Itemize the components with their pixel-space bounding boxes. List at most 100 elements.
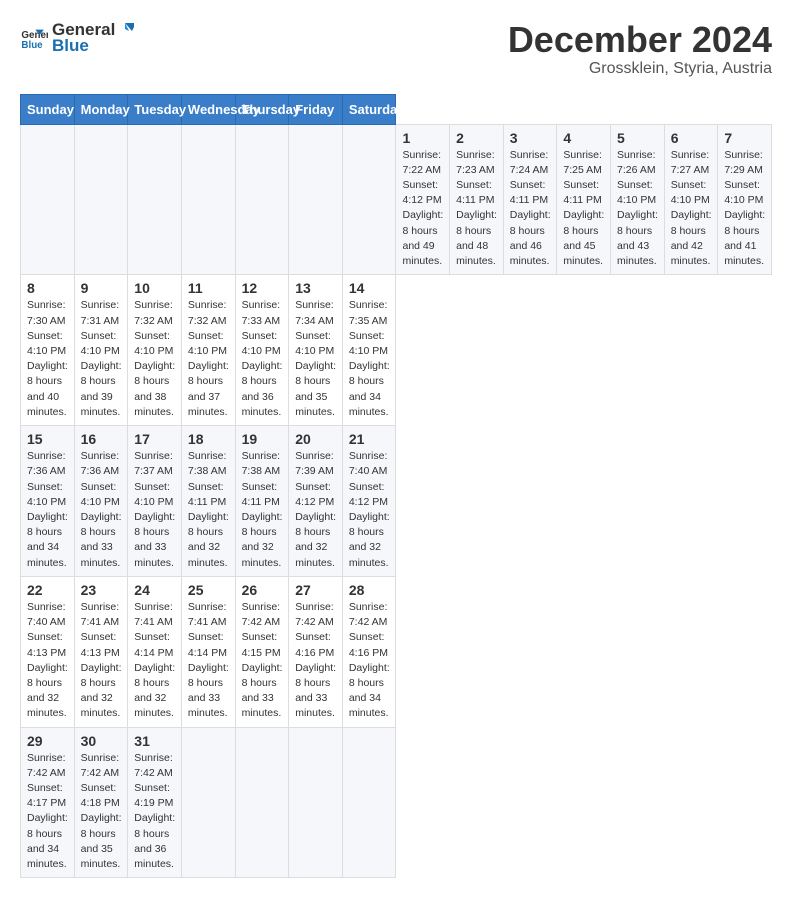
calendar-cell: 11 Sunrise: 7:32 AM Sunset: 4:10 PM Dayli… — [181, 275, 235, 426]
day-number: 28 — [349, 582, 390, 598]
calendar-cell — [21, 124, 75, 275]
calendar-cell: 1Sunrise: 7:22 AM Sunset: 4:12 PM Daylig… — [396, 124, 450, 275]
day-number: 4 — [563, 130, 604, 146]
calendar-cell: 15Sunrise: 7:36 AM Sunset: 4:10 PM Dayli… — [21, 426, 75, 577]
day-info: Sunrise: 7:36 AM Sunset: 4:10 PM Dayligh… — [27, 449, 68, 571]
calendar-cell: 10 Sunrise: 7:32 AM Sunset: 4:10 PM Dayli… — [128, 275, 182, 426]
day-header-wednesday: Wednesday — [181, 94, 235, 124]
calendar-cell: 28 Sunrise: 7:42 AM Sunset: 4:16 PM Dayli… — [342, 576, 396, 727]
calendar-cell: 12 Sunrise: 7:33 AM Sunset: 4:10 PM Dayli… — [235, 275, 289, 426]
day-info: Sunrise: 7:42 AM Sunset: 4:17 PM Dayligh… — [27, 751, 68, 873]
day-number: 8 — [27, 280, 68, 296]
logo-bird-icon — [116, 21, 134, 39]
day-info: Sunrise: 7:29 AM Sunset: 4:10 PM Dayligh… — [724, 148, 765, 270]
day-number: 7 — [724, 130, 765, 146]
day-info: Sunrise: 7:40 AM Sunset: 4:13 PM Dayligh… — [27, 600, 68, 722]
day-info: Sunrise: 7:42 AM Sunset: 4:16 PM Dayligh… — [295, 600, 336, 722]
calendar-cell: 31 Sunrise: 7:42 AM Sunset: 4:19 PM Dayli… — [128, 727, 182, 878]
calendar-cell: 29 Sunrise: 7:42 AM Sunset: 4:17 PM Dayli… — [21, 727, 75, 878]
day-number: 10 — [134, 280, 175, 296]
calendar-cell — [128, 124, 182, 275]
day-header-monday: Monday — [74, 94, 128, 124]
calendar-cell: 24Sunrise: 7:41 AM Sunset: 4:14 PM Dayli… — [128, 576, 182, 727]
day-info: Sunrise: 7:36 AM Sunset: 4:10 PM Dayligh… — [81, 449, 122, 571]
calendar-cell — [74, 124, 128, 275]
day-number: 20 — [295, 431, 336, 447]
day-info: Sunrise: 7:32 AM Sunset: 4:10 PM Dayligh… — [134, 298, 175, 420]
day-info: Sunrise: 7:30 AM Sunset: 4:10 PM Dayligh… — [27, 298, 68, 420]
calendar-week-4: 22 Sunrise: 7:40 AM Sunset: 4:13 PM Dayli… — [21, 576, 772, 727]
page-header: General Blue General Blue December 2024 … — [20, 20, 772, 78]
day-number: 31 — [134, 733, 175, 749]
day-number: 22 — [27, 582, 68, 598]
svg-text:Blue: Blue — [21, 40, 43, 51]
day-number: 3 — [510, 130, 551, 146]
day-info: Sunrise: 7:35 AM Sunset: 4:10 PM Dayligh… — [349, 298, 390, 420]
day-info: Sunrise: 7:22 AM Sunset: 4:12 PM Dayligh… — [402, 148, 443, 270]
calendar-cell: 8 Sunrise: 7:30 AM Sunset: 4:10 PM Daylig… — [21, 275, 75, 426]
day-info: Sunrise: 7:42 AM Sunset: 4:16 PM Dayligh… — [349, 600, 390, 722]
calendar-cell: 23Sunrise: 7:41 AM Sunset: 4:13 PM Dayli… — [74, 576, 128, 727]
day-number: 19 — [242, 431, 283, 447]
day-info: Sunrise: 7:31 AM Sunset: 4:10 PM Dayligh… — [81, 298, 122, 420]
title-area: December 2024 Grossklein, Styria, Austri… — [508, 20, 772, 78]
day-number: 29 — [27, 733, 68, 749]
day-number: 26 — [242, 582, 283, 598]
calendar-cell: 5Sunrise: 7:26 AM Sunset: 4:10 PM Daylig… — [611, 124, 665, 275]
day-info: Sunrise: 7:39 AM Sunset: 4:12 PM Dayligh… — [295, 449, 336, 571]
day-number: 2 — [456, 130, 497, 146]
day-number: 25 — [188, 582, 229, 598]
day-number: 11 — [188, 280, 229, 296]
calendar-cell — [289, 727, 343, 878]
day-number: 30 — [81, 733, 122, 749]
day-info: Sunrise: 7:42 AM Sunset: 4:15 PM Dayligh… — [242, 600, 283, 722]
calendar-cell — [342, 727, 396, 878]
day-info: Sunrise: 7:24 AM Sunset: 4:11 PM Dayligh… — [510, 148, 551, 270]
day-number: 18 — [188, 431, 229, 447]
day-number: 21 — [349, 431, 390, 447]
logo-icon: General Blue — [20, 24, 48, 52]
calendar-week-3: 15Sunrise: 7:36 AM Sunset: 4:10 PM Dayli… — [21, 426, 772, 577]
calendar-cell: 13Sunrise: 7:34 AM Sunset: 4:10 PM Dayli… — [289, 275, 343, 426]
calendar-cell: 17 Sunrise: 7:37 AM Sunset: 4:10 PM Dayli… — [128, 426, 182, 577]
logo: General Blue General Blue — [20, 20, 135, 56]
calendar-cell: 9 Sunrise: 7:31 AM Sunset: 4:10 PM Daylig… — [74, 275, 128, 426]
day-number: 16 — [81, 431, 122, 447]
day-number: 27 — [295, 582, 336, 598]
day-number: 13 — [295, 280, 336, 296]
day-number: 6 — [671, 130, 712, 146]
calendar-cell: 25Sunrise: 7:41 AM Sunset: 4:14 PM Dayli… — [181, 576, 235, 727]
location-subtitle: Grossklein, Styria, Austria — [508, 60, 772, 78]
day-info: Sunrise: 7:37 AM Sunset: 4:10 PM Dayligh… — [134, 449, 175, 571]
calendar-week-5: 29 Sunrise: 7:42 AM Sunset: 4:17 PM Dayli… — [21, 727, 772, 878]
calendar-header-row: SundayMondayTuesdayWednesdayThursdayFrid… — [21, 94, 772, 124]
day-number: 12 — [242, 280, 283, 296]
day-info: Sunrise: 7:23 AM Sunset: 4:11 PM Dayligh… — [456, 148, 497, 270]
calendar-cell: 4Sunrise: 7:25 AM Sunset: 4:11 PM Daylig… — [557, 124, 611, 275]
day-header-sunday: Sunday — [21, 94, 75, 124]
day-info: Sunrise: 7:42 AM Sunset: 4:19 PM Dayligh… — [134, 751, 175, 873]
calendar-cell: 18 Sunrise: 7:38 AM Sunset: 4:11 PM Dayli… — [181, 426, 235, 577]
calendar-cell: 22 Sunrise: 7:40 AM Sunset: 4:13 PM Dayli… — [21, 576, 75, 727]
day-info: Sunrise: 7:33 AM Sunset: 4:10 PM Dayligh… — [242, 298, 283, 420]
day-info: Sunrise: 7:38 AM Sunset: 4:11 PM Dayligh… — [242, 449, 283, 571]
day-info: Sunrise: 7:32 AM Sunset: 4:10 PM Dayligh… — [188, 298, 229, 420]
day-info: Sunrise: 7:41 AM Sunset: 4:13 PM Dayligh… — [81, 600, 122, 722]
day-info: Sunrise: 7:42 AM Sunset: 4:18 PM Dayligh… — [81, 751, 122, 873]
calendar-cell: 3 Sunrise: 7:24 AM Sunset: 4:11 PM Daylig… — [503, 124, 557, 275]
calendar-cell: 27 Sunrise: 7:42 AM Sunset: 4:16 PM Dayli… — [289, 576, 343, 727]
day-number: 17 — [134, 431, 175, 447]
calendar-cell: 30 Sunrise: 7:42 AM Sunset: 4:18 PM Dayli… — [74, 727, 128, 878]
calendar-cell: 6Sunrise: 7:27 AM Sunset: 4:10 PM Daylig… — [664, 124, 718, 275]
calendar-cell — [181, 124, 235, 275]
calendar-table: SundayMondayTuesdayWednesdayThursdayFrid… — [20, 94, 772, 879]
day-header-saturday: Saturday — [342, 94, 396, 124]
calendar-cell: 20 Sunrise: 7:39 AM Sunset: 4:12 PM Dayli… — [289, 426, 343, 577]
day-info: Sunrise: 7:40 AM Sunset: 4:12 PM Dayligh… — [349, 449, 390, 571]
day-number: 24 — [134, 582, 175, 598]
day-number: 14 — [349, 280, 390, 296]
calendar-cell — [181, 727, 235, 878]
day-header-tuesday: Tuesday — [128, 94, 182, 124]
day-number: 9 — [81, 280, 122, 296]
day-info: Sunrise: 7:38 AM Sunset: 4:11 PM Dayligh… — [188, 449, 229, 571]
